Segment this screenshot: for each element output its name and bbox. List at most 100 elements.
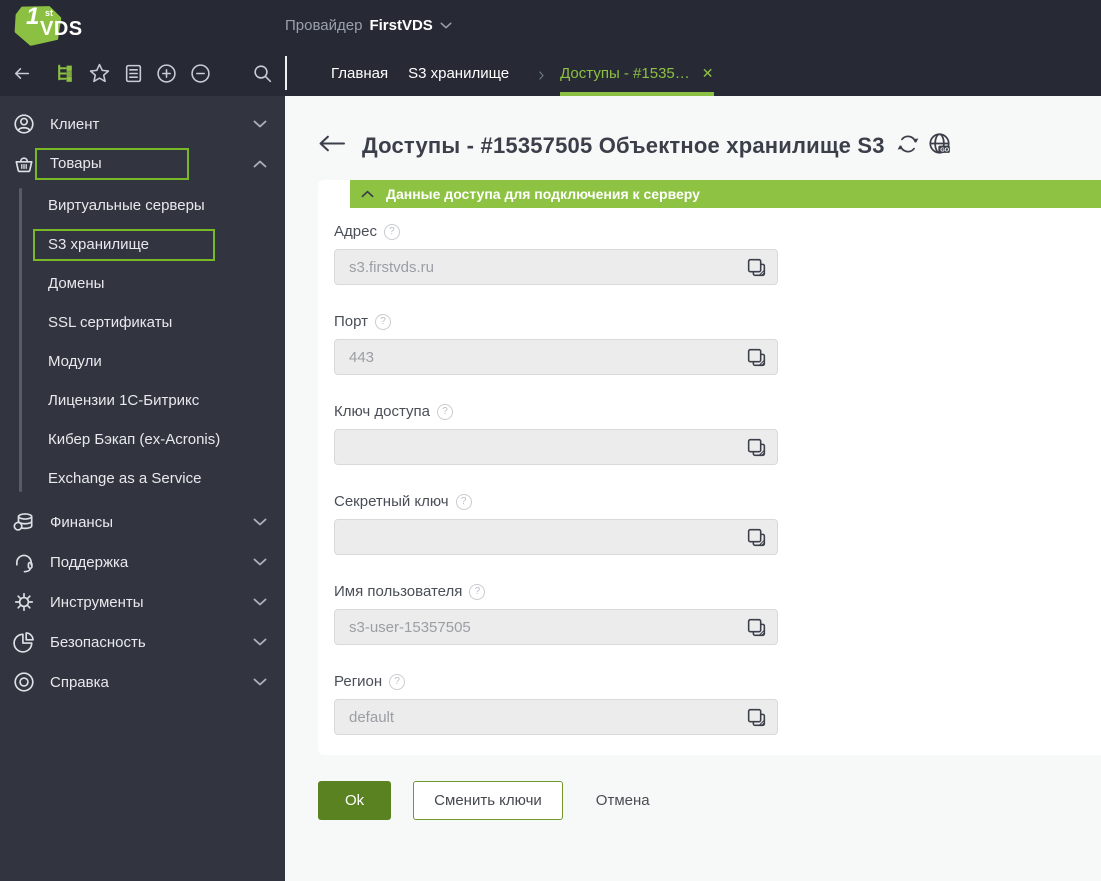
- field-label-row: Ключ доступа ?: [334, 403, 778, 420]
- tab-bar: Главная S3 хранилище Доступы - #1535… ✕: [287, 50, 714, 96]
- favorites-star-icon[interactable]: [88, 61, 111, 85]
- access-key-field[interactable]: [334, 429, 778, 465]
- field-secret-key: Секретный ключ ?: [334, 493, 778, 555]
- copy-button[interactable]: [743, 704, 769, 730]
- tab-label: Доступы - #1535…: [560, 64, 690, 82]
- sidebar-item-client[interactable]: Клиент: [0, 104, 285, 144]
- sidebar-item-security[interactable]: Безопасность: [0, 622, 285, 662]
- region-field[interactable]: default: [334, 699, 778, 735]
- field-value: s3.firstvds.ru: [349, 258, 435, 276]
- help-icon[interactable]: ?: [375, 313, 392, 330]
- field-label: Секретный ключ: [334, 493, 449, 510]
- sub-item-label: Домены: [48, 275, 105, 292]
- help-icon[interactable]: ?: [383, 223, 400, 240]
- tab-label: Главная: [331, 64, 389, 82]
- ok-button[interactable]: Ok: [318, 781, 392, 820]
- tab-home[interactable]: Главная: [331, 50, 388, 96]
- logo-one: 1: [26, 3, 40, 30]
- field-label-row: Порт ?: [334, 313, 778, 330]
- chevron-down-icon: [253, 120, 267, 128]
- chevron-down-icon: [253, 558, 267, 566]
- copy-button[interactable]: [743, 254, 769, 280]
- logo-sup: st: [45, 8, 54, 18]
- finance-coins-icon: [12, 511, 36, 533]
- sidebar-item-label: Товары: [35, 148, 253, 180]
- sidebar-item-virtual-servers[interactable]: Виртуальные серверы: [0, 186, 285, 225]
- sidebar-item-cyber-backup[interactable]: Кибер Бэкап (ex-Acronis): [0, 420, 285, 459]
- tasks-clipboard-icon[interactable]: [122, 61, 145, 85]
- fields-list: Адрес ? s3.firstvds.ru Порт ? 443 Ключ д…: [318, 208, 1101, 735]
- sidebar-item-label: Безопасность: [50, 633, 146, 651]
- field-label-row: Адрес ?: [334, 223, 778, 240]
- help-icon[interactable]: ?: [389, 673, 406, 690]
- tab-access-active[interactable]: Доступы - #1535… ✕: [560, 50, 714, 96]
- address-field[interactable]: s3.firstvds.ru: [334, 249, 778, 285]
- help-icon[interactable]: ?: [437, 403, 453, 420]
- sidebar: Клиент Товары Виртуальные серверы S3 хра…: [0, 96, 285, 881]
- user-icon: [12, 113, 36, 135]
- zoom-in-icon[interactable]: [155, 61, 178, 85]
- firstvds-logo[interactable]: 1 st VDS: [12, 2, 108, 48]
- chevron-down-icon: [253, 678, 267, 686]
- section-header-label: Данные доступа для подключения к серверу: [386, 186, 700, 202]
- cancel-button[interactable]: Отмена: [596, 792, 650, 809]
- copy-button[interactable]: [743, 614, 769, 640]
- sidebar-item-tools[interactable]: Инструменты: [0, 582, 285, 622]
- sidebar-item-s3-storage[interactable]: S3 хранилище: [0, 225, 285, 264]
- provider-switcher[interactable]: Провайдер FirstVDS: [285, 17, 452, 34]
- sidebar-item-finance[interactable]: Финансы: [0, 502, 285, 542]
- title-row: Доступы - #15357505 Объектное хранилище …: [318, 132, 1101, 160]
- sub-item-label: Виртуальные серверы: [48, 197, 205, 214]
- sidebar-item-bitrix[interactable]: Лицензии 1С-Битрикс: [0, 381, 285, 420]
- globe-go-icon[interactable]: [928, 132, 951, 160]
- username-field[interactable]: s3-user-15357505: [334, 609, 778, 645]
- sub-item-label: Модули: [48, 353, 102, 370]
- sidebar-item-ssl[interactable]: SSL сертификаты: [0, 303, 285, 342]
- zoom-out-icon[interactable]: [189, 61, 212, 85]
- field-label: Порт: [334, 313, 369, 330]
- copy-button[interactable]: [743, 344, 769, 370]
- chevron-down-icon: [253, 638, 267, 646]
- copy-button[interactable]: [743, 434, 769, 460]
- section-header[interactable]: Данные доступа для подключения к серверу: [350, 180, 1101, 208]
- tab-s3-storage[interactable]: S3 хранилище: [408, 50, 509, 96]
- chevron-down-icon: [440, 22, 452, 29]
- toolbar: [0, 50, 285, 96]
- field-value: s3-user-15357505: [349, 618, 471, 636]
- field-value: default: [349, 708, 395, 726]
- secret-key-field[interactable]: [334, 519, 778, 555]
- chevron-down-icon: [253, 598, 267, 606]
- headset-icon: [12, 551, 36, 573]
- page-title: Доступы - #15357505 Объектное хранилище …: [362, 133, 885, 158]
- field-label: Регион: [334, 673, 383, 690]
- field-label-row: Имя пользователя ?: [334, 583, 778, 600]
- sidebar-item-label: Справка: [50, 673, 109, 691]
- gear-icon: [12, 591, 36, 613]
- sidebar-item-products[interactable]: Товары: [0, 144, 285, 184]
- sub-item-label: Кибер Бэкап (ex-Acronis): [48, 431, 221, 448]
- refresh-icon[interactable]: [897, 133, 919, 160]
- tree-menu-icon[interactable]: [55, 61, 78, 85]
- help-icon[interactable]: ?: [469, 583, 486, 600]
- sidebar-item-support[interactable]: Поддержка: [0, 542, 285, 582]
- provider-label: Провайдер: [285, 16, 363, 34]
- help-ring-icon: [12, 671, 36, 693]
- field-label: Имя пользователя: [334, 583, 463, 600]
- sidebar-item-exchange[interactable]: Exchange as a Service: [0, 459, 285, 498]
- back-arrow-icon[interactable]: [10, 61, 33, 85]
- help-icon[interactable]: ?: [455, 493, 472, 510]
- sidebar-item-domains[interactable]: Домены: [0, 264, 285, 303]
- collapse-caret-icon[interactable]: [361, 190, 374, 198]
- back-arrow-icon[interactable]: [318, 135, 345, 157]
- sidebar-item-help[interactable]: Справка: [0, 662, 285, 702]
- port-field[interactable]: 443: [334, 339, 778, 375]
- action-buttons: Ok Сменить ключи Отмена: [318, 781, 1101, 820]
- sidebar-item-modules[interactable]: Модули: [0, 342, 285, 381]
- header-row-bottom: Главная S3 хранилище Доступы - #1535… ✕: [0, 50, 1101, 96]
- change-keys-button[interactable]: Сменить ключи: [413, 781, 563, 820]
- search-icon[interactable]: [251, 61, 274, 85]
- copy-button[interactable]: [743, 524, 769, 550]
- logo-area: 1 st VDS: [0, 2, 285, 48]
- sidebar-item-label: Инструменты: [50, 593, 144, 611]
- close-tab-icon[interactable]: ✕: [702, 65, 714, 82]
